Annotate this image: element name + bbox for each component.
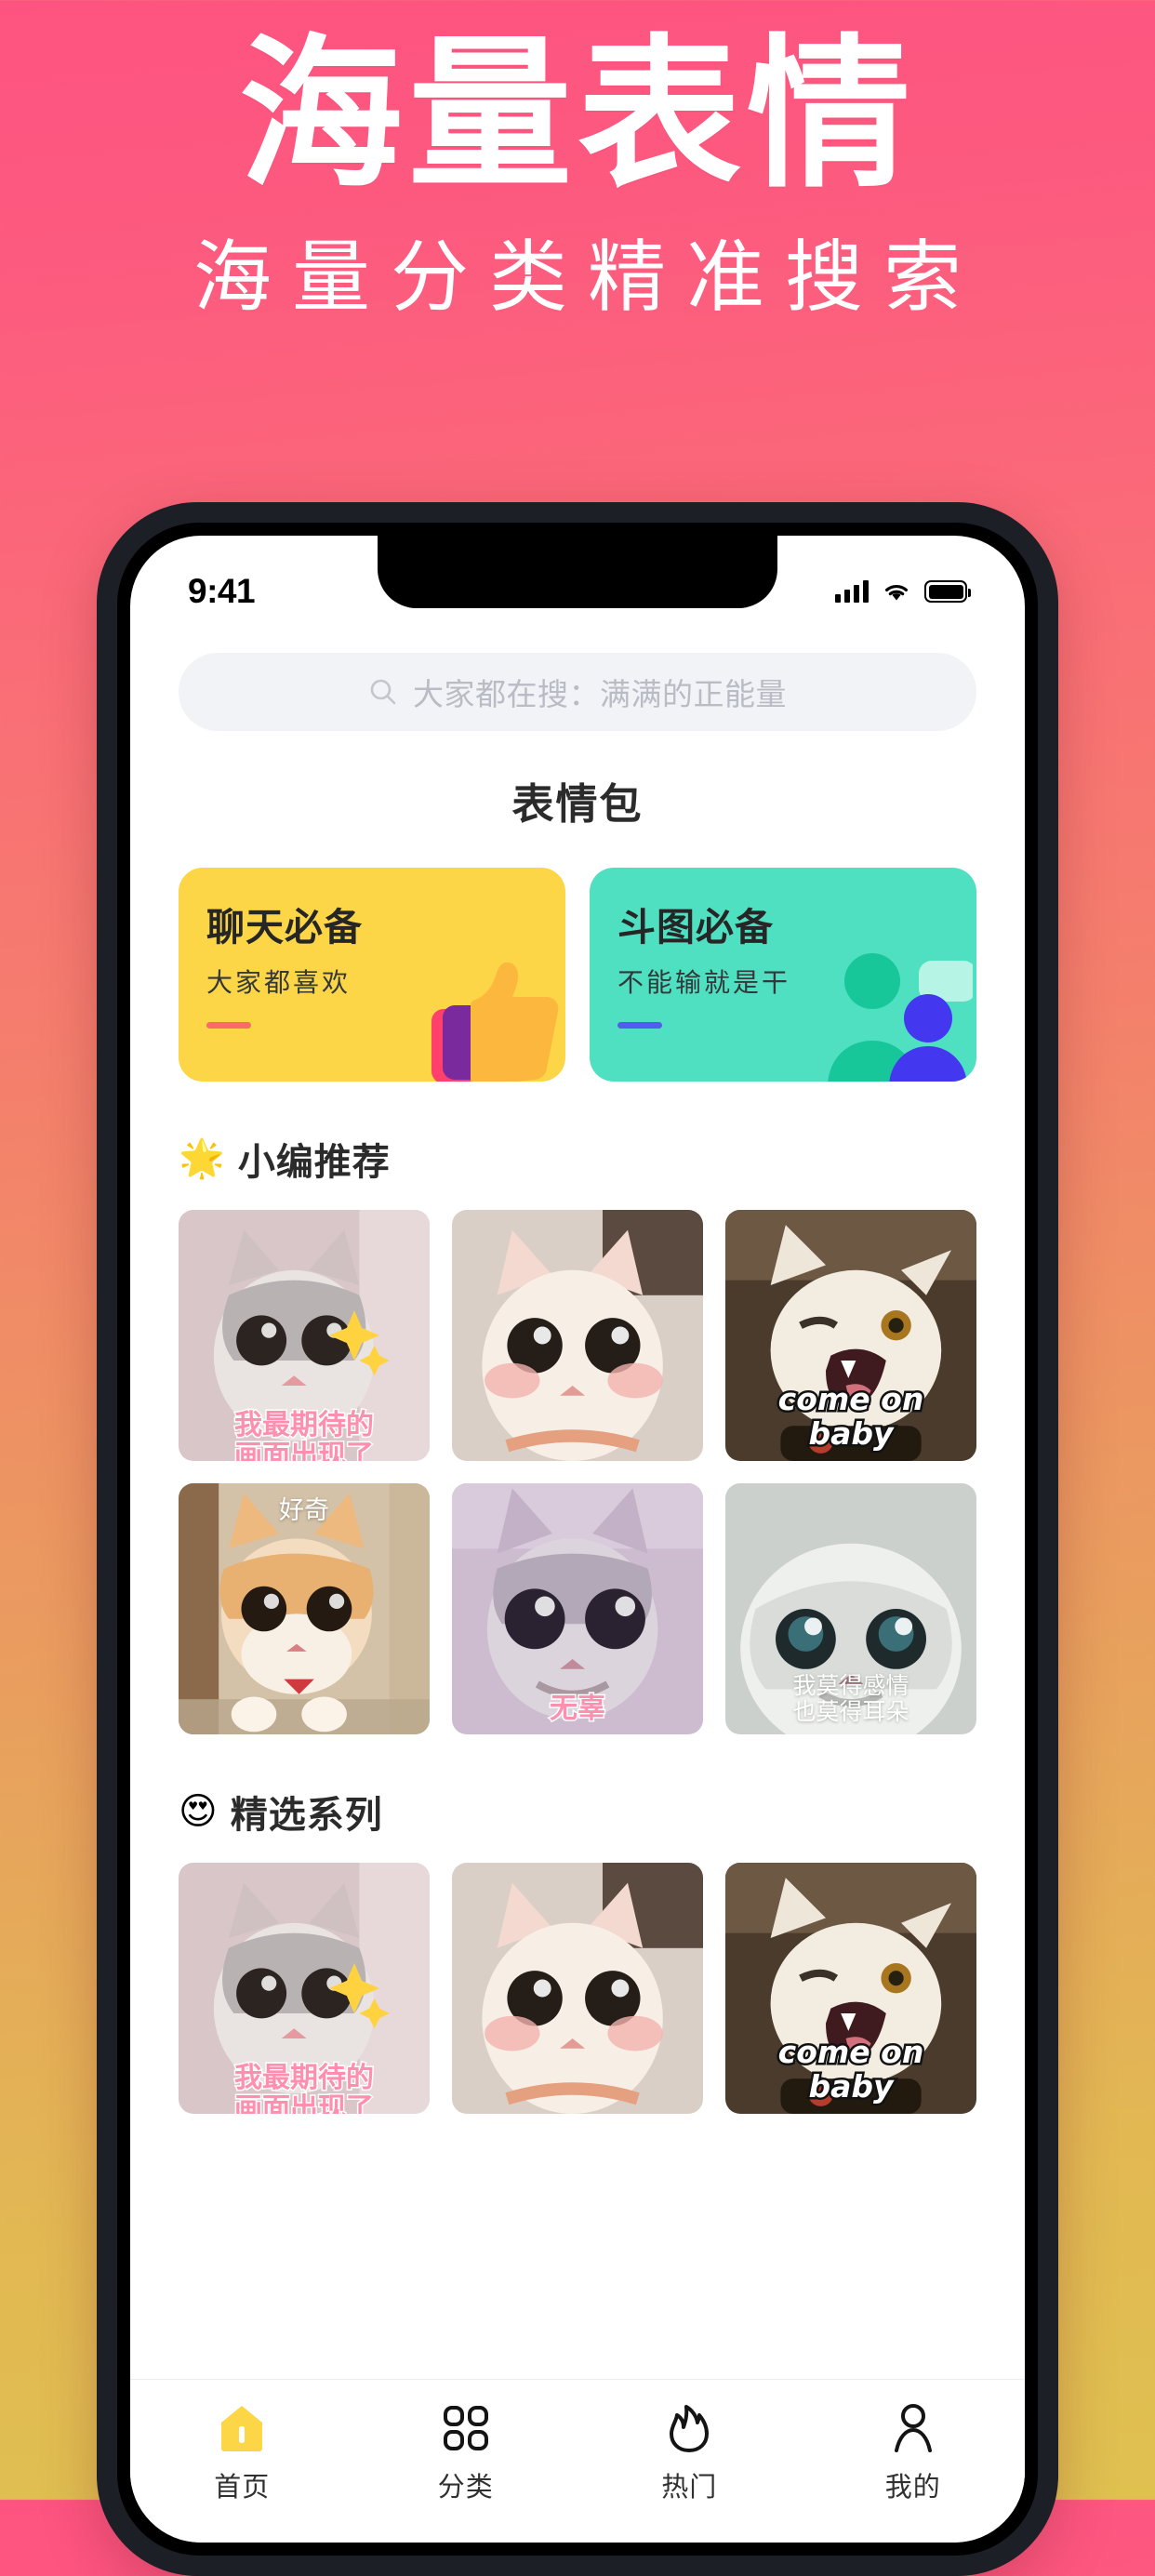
app-content: 大家都在搜：满满的正能量 表情包 聊天必备 大家都喜欢 斗图必备 不能输就是干 xyxy=(130,653,1025,2114)
section-featured-series: 😍 精选系列 我最期待的 画面出现了 come on baby xyxy=(130,1785,1025,2114)
sticker-caption: 无辜 xyxy=(549,1693,607,1726)
promo-header: 海量表情 海量分类精准搜索 xyxy=(0,0,1155,316)
feature-card-title: 聊天必备 xyxy=(206,906,363,949)
phone-screen: 9:41 大家都在搜：满满的正能量 表情包 聊天必备 大家都喜欢 斗图必备 不能… xyxy=(130,536,1025,2543)
search-placeholder-text: 大家都在搜：满满的正能量 xyxy=(413,677,787,711)
sticker-caption: 我莫得感情 也莫得耳朵 xyxy=(792,1673,909,1725)
person-icon xyxy=(892,2404,935,2452)
two-people-icon xyxy=(828,953,973,1082)
sticker-tile[interactable]: 我最期待的 画面出现了 xyxy=(179,1210,430,1461)
sticker-caption: come on baby xyxy=(776,1380,926,1454)
feature-cards: 聊天必备 大家都喜欢 斗图必备 不能输就是干 xyxy=(130,868,1025,1082)
promo-subtitle: 海量分类精准搜索 xyxy=(192,233,982,321)
sticker-tile[interactable]: 我莫得感情 也莫得耳朵 xyxy=(725,1483,976,1734)
sticker-tile[interactable]: come on baby xyxy=(725,1863,976,2114)
section-title: 小编推荐 xyxy=(237,1142,391,1183)
tab-profile[interactable]: 我的 xyxy=(802,2404,1026,2504)
thumbs-up-icon xyxy=(431,962,559,1082)
battery-icon xyxy=(924,580,971,603)
tab-label: 分类 xyxy=(437,2473,494,2503)
feature-card-battle[interactable]: 斗图必备 不能输就是干 xyxy=(590,868,976,1082)
sticker-tile[interactable]: 好奇 xyxy=(179,1483,430,1734)
phone-bezel: 9:41 大家都在搜：满满的正能量 表情包 聊天必备 大家都喜欢 斗图必备 不能… xyxy=(117,523,1038,2556)
cellular-signal-icon xyxy=(835,580,869,603)
status-indicators xyxy=(835,580,971,603)
sticker-tile[interactable]: 无辜 xyxy=(452,1483,703,1734)
feature-card-rule xyxy=(617,1022,662,1029)
flame-icon xyxy=(668,2404,710,2452)
sticker-tile[interactable]: 我最期待的 画面出现了 xyxy=(179,1863,430,2114)
feature-card-rule xyxy=(206,1022,251,1029)
wifi-icon xyxy=(882,580,911,603)
sticker-caption: 我最期待的 画面出现了 xyxy=(233,2061,376,2114)
promo-title: 海量表情 xyxy=(238,24,916,206)
section-header: 🌟 小编推荐 xyxy=(179,1132,976,1186)
home-icon xyxy=(219,2404,264,2452)
status-bar: 9:41 xyxy=(130,536,1025,632)
sticker-caption: 我最期待的 画面出现了 xyxy=(233,1408,376,1461)
bottom-tab-bar: 首页 分类 热门 我的 xyxy=(130,2379,1025,2543)
tab-home[interactable]: 首页 xyxy=(130,2404,354,2504)
status-time: 9:41 xyxy=(188,572,256,610)
glowing-star-emoji: 🌟 xyxy=(179,1138,225,1179)
sticker-caption: come on baby xyxy=(776,2033,926,2106)
section-header: 😍 精选系列 xyxy=(179,1785,976,1839)
sticker-tile[interactable] xyxy=(452,1210,703,1461)
sticker-tile[interactable]: come on baby xyxy=(725,1210,976,1461)
tab-label: 首页 xyxy=(214,2473,271,2503)
sticker-caption: 好奇 xyxy=(279,1496,329,1524)
feature-card-title: 斗图必备 xyxy=(617,906,774,949)
tab-label: 我的 xyxy=(884,2473,941,2503)
search-input[interactable]: 大家都在搜：满满的正能量 xyxy=(179,653,976,731)
heart-eyes-emoji: 😍 xyxy=(179,1791,218,1832)
sticker-image xyxy=(452,1863,703,2114)
sticker-grid: 我最期待的 画面出现了 xyxy=(179,1210,976,1734)
tab-hot[interactable]: 热门 xyxy=(578,2404,802,2504)
sticker-image xyxy=(452,1210,703,1461)
section-editor-picks: 🌟 小编推荐 我最期待的 画面出现了 come on baby 好奇 无辜 我莫… xyxy=(130,1132,1025,1734)
sticker-grid: 我最期待的 画面出现了 xyxy=(179,1863,976,2114)
sticker-tile[interactable] xyxy=(452,1863,703,2114)
feature-card-chat[interactable]: 聊天必备 大家都喜欢 xyxy=(179,868,565,1082)
phone-mockup: 9:41 大家都在搜：满满的正能量 表情包 聊天必备 大家都喜欢 斗图必备 不能… xyxy=(97,502,1058,2576)
grid-icon xyxy=(443,2404,489,2452)
tab-label: 热门 xyxy=(661,2473,718,2503)
page-title: 表情包 xyxy=(511,780,644,828)
search-icon xyxy=(370,679,396,705)
section-title: 精选系列 xyxy=(230,1795,383,1836)
tab-categories[interactable]: 分类 xyxy=(354,2404,578,2504)
